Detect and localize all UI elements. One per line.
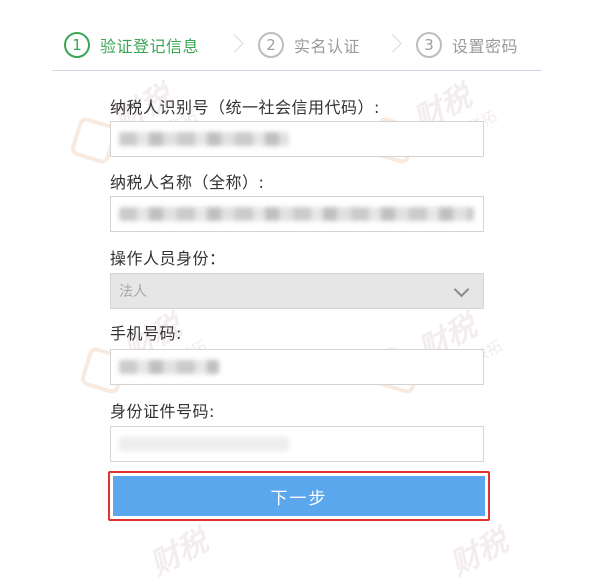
id-number-label: 身份证件号码: — [110, 402, 215, 421]
operator-identity-value: 法人 — [119, 284, 147, 300]
chevron-right-icon — [383, 34, 402, 53]
taxpayer-id-label: 纳税人识别号（统一社会信用代码）: — [110, 98, 380, 117]
redacted-value — [119, 437, 289, 451]
step-label: 设置密码 — [452, 37, 519, 56]
step-label: 验证登记信息 — [100, 37, 200, 56]
phone-label: 手机号码: — [110, 324, 182, 343]
taxpayer-id-input[interactable] — [110, 121, 484, 157]
step-real-name-auth: 2 实名认证 — [258, 32, 360, 58]
step-number: 3 — [416, 32, 442, 58]
redacted-value — [119, 360, 219, 374]
taxpayer-name-input[interactable] — [110, 196, 484, 232]
phone-input[interactable] — [110, 349, 484, 385]
redacted-value — [119, 132, 289, 146]
taxpayer-name-label: 纳税人名称（全称）: — [110, 173, 265, 192]
redacted-value — [119, 207, 474, 221]
chevron-right-icon — [225, 34, 244, 53]
operator-identity-select[interactable]: 法人 — [110, 273, 484, 309]
operator-identity-label: 操作人员身份： — [110, 249, 226, 268]
next-button[interactable]: 下一步 — [113, 476, 485, 516]
watermark: 财税 — [144, 523, 214, 583]
step-verify-registration: 1 验证登记信息 — [64, 32, 199, 58]
watermark: 财税 — [444, 523, 514, 583]
step-indicator: 1 验证登记信息 2 实名认证 3 设置密码 — [52, 22, 542, 71]
step-number: 2 — [258, 32, 284, 58]
step-set-password: 3 设置密码 — [416, 32, 518, 58]
step-label: 实名认证 — [294, 37, 361, 56]
id-number-input[interactable] — [110, 426, 484, 462]
step-number: 1 — [64, 32, 90, 58]
next-button-highlight: 下一步 — [108, 471, 490, 521]
chevron-down-icon — [453, 281, 470, 297]
